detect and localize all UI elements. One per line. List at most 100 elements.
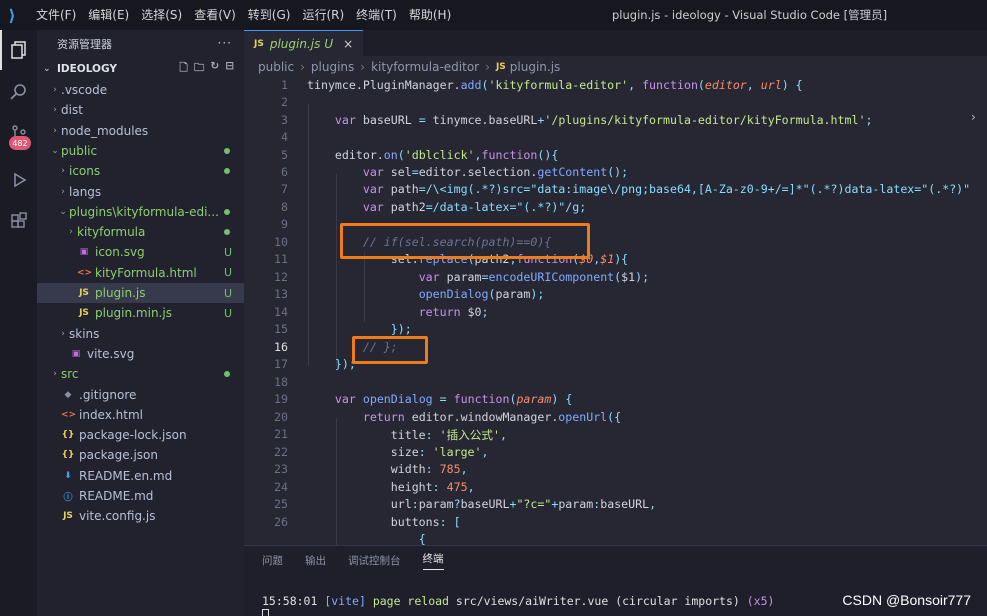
collapse-all-icon[interactable]: ⊟ [225,60,234,78]
tab-bar: JS plugin.js U × [244,30,987,56]
git-status-badge: U [223,266,232,280]
run-debug-icon[interactable] [0,160,37,200]
file-item[interactable]: <> kityFormula.html U [37,263,244,283]
tree-item-label: skins [69,326,100,341]
tab-terminal[interactable]: 终端 [422,551,444,570]
tree-item-label: node_modules [61,123,149,138]
project-name: IDEOLOGY [57,63,117,75]
tab-label: plugin.js [269,36,321,51]
line-number: 3 [281,113,288,127]
more-actions-icon[interactable]: ··· [218,36,232,50]
file-item[interactable]: ▣ icon.svg U [37,242,244,262]
file-item[interactable]: ⓘ README.md [37,486,244,506]
folder-item[interactable]: › skins [37,324,244,344]
folder-item[interactable]: › .vscode [37,80,244,100]
chevron-right-icon: › [53,85,57,95]
breadcrumb-item[interactable]: plugin.js [510,60,561,74]
chevron-right-icon: › [53,125,57,136]
explorer-icon[interactable] [0,30,37,70]
terminal-count: (x5) [746,594,775,608]
menu-file[interactable]: 文件(F) [30,0,82,30]
js-file-icon: JS [63,511,73,522]
code-line: var path2=/data-latex="(.*?)"/g; [362,200,587,214]
new-folder-icon[interactable]: 🗀 [194,60,205,78]
folder-item[interactable]: › langs [37,182,244,202]
svg-file-icon: ▣ [71,348,81,359]
file-item[interactable]: {} package.json [37,445,244,465]
tab-output[interactable]: 输出 [305,553,326,568]
line-number: 21 [274,427,288,441]
line-number: 24 [274,480,288,494]
line-number: 8 [281,200,288,214]
menu-view[interactable]: 查看(V) [188,0,242,30]
file-item[interactable]: {} package-lock.json [37,425,244,445]
tree-item-label: plugin.js [95,286,146,300]
breadcrumb-item[interactable]: plugins [311,60,354,74]
file-item[interactable]: ◆ .gitignore [37,385,244,405]
line-number: 11 [274,252,288,266]
code-line: width: 785, [307,462,468,476]
folder-item[interactable]: ⌄ plugins\kityformula-edi... [37,202,244,222]
file-item[interactable]: ▣ vite.svg [37,344,244,364]
vscode-logo-icon: ⟩ [8,5,16,25]
project-header[interactable]: ⌄ IDEOLOGY 🗋 🗀 ↻ ⊟ [37,58,244,80]
menu-selection[interactable]: 选择(S) [135,0,188,30]
code-editor[interactable]: 1 2 3 4 5 6 7 8 9 10 11 12 13 14 15 16 17 18 19 20 21 22 23 24 2… [244,78,987,568]
terminal-message: (circular imports) [615,594,740,608]
editor-area: JS plugin.js U × public › plugins › kityfo… [244,30,987,616]
line-number: 23 [274,462,288,476]
file-item[interactable]: <> index.html [37,405,244,425]
tab-problems[interactable]: 问题 [262,553,283,568]
line-number: 10 [274,235,288,249]
folder-item[interactable]: › src [37,364,244,384]
folder-item[interactable]: › node_modules [37,121,244,141]
terminal-output[interactable]: 15:58:01 [vite] page reload src/views/ai… [262,594,774,608]
extensions-icon[interactable] [0,202,37,242]
line-number: 25 [274,497,288,511]
line-number: 20 [274,410,288,424]
file-item[interactable]: JS vite.config.js [37,506,244,526]
folder-item[interactable]: › kityformula [37,222,244,242]
file-item[interactable]: JS plugin.min.js U [37,303,244,323]
menu-run[interactable]: 运行(R) [296,0,350,30]
tab-debug-console[interactable]: 调试控制台 [348,553,401,568]
folder-item[interactable]: ⌄ public [37,141,244,161]
svg-file-icon: ▣ [79,247,89,258]
line-number: 22 [274,445,288,459]
code-line: size: 'large', [307,445,489,459]
chevron-right-icon: › [61,186,65,197]
code-line: var path=/\<img(.*?)src="data:image\/png… [362,182,971,196]
tree-item-label: plugin.min.js [95,306,172,321]
folder-item[interactable]: › icons [37,161,244,181]
file-item[interactable]: JS plugin.js U [37,283,244,303]
close-icon[interactable]: × [343,37,353,51]
tree-item-label: src [61,367,79,382]
chevron-down-icon: ⌄ [51,145,59,156]
code-line: tinymce.PluginManager.add('kityformula-e… [307,78,803,92]
menu-edit[interactable]: 编辑(E) [82,0,135,30]
tab-status: U [324,36,334,51]
new-file-icon[interactable]: 🗋 [179,60,187,78]
breadcrumb-item[interactable]: kityformula-editor [371,60,479,74]
code-line: openDialog(param); [418,287,545,301]
-file-icon: {} [61,430,75,441]
menu-help[interactable]: 帮助(H) [403,0,457,30]
search-icon[interactable] [0,72,37,112]
tree-item-label: kityformula [77,225,146,240]
breadcrumb-item[interactable]: public [258,60,294,74]
html-file-icon: <> [77,267,93,278]
tree-item-label: langs [69,184,102,199]
menu-go[interactable]: 转到(G) [242,0,297,30]
git-status-badge: U [223,245,232,259]
menu-terminal[interactable]: 终端(T) [350,0,403,30]
explorer-sidebar: 资源管理器 ··· ⌄ IDEOLOGY 🗋 🗀 ↻ ⊟ › .vscode › di… [37,30,244,616]
tab-plugin-js[interactable]: JS plugin.js U × [244,30,364,56]
modified-dot [224,208,230,215]
refresh-icon[interactable]: ↻ [210,60,219,78]
folder-item[interactable]: › dist [37,100,244,120]
code-line: { [418,532,426,546]
html-file-icon: <> [61,409,77,420]
code-line: editor.on('dblclick',function(){ [307,148,559,162]
line-number: 1 [281,78,288,92]
file-item[interactable]: ⬇ README.en.md [37,466,244,486]
